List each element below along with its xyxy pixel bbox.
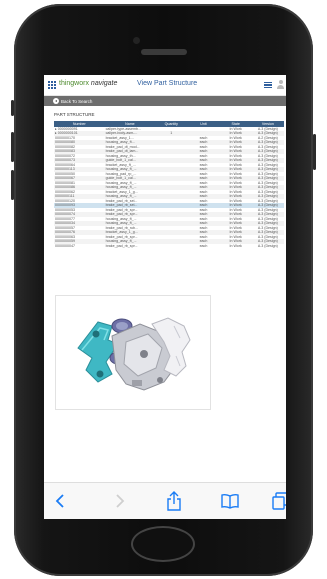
hamburger-menu-icon[interactable]: [264, 82, 272, 88]
back-to-search-label: Back To Search: [61, 98, 93, 104]
brand-navigate: navigate: [90, 80, 118, 87]
chevron-left-icon[interactable]: [51, 491, 71, 511]
user-icon[interactable]: [277, 80, 284, 89]
table-cell: A.3 (Design): [257, 243, 278, 248]
navigation-subbar: Back To Search: [44, 96, 286, 106]
earpiece-speaker: [141, 49, 187, 55]
table-cell: In Work: [229, 243, 242, 248]
book-icon[interactable]: [220, 491, 240, 511]
table-cell: 0000000047: [55, 243, 75, 248]
table-row[interactable]: 0000000047 brake_pad_rb_spr... each In Work…: [54, 244, 284, 249]
table-cell: brake_pad_rb_spr...: [105, 243, 138, 248]
tabs-icon[interactable]: [270, 491, 286, 511]
section-label: PART STRUCTURE: [54, 112, 95, 117]
brake-caliper-model-image: [77, 317, 191, 391]
part-structure-table: Number Name Quantity Unit State Version …: [54, 121, 284, 248]
power-button: [313, 134, 316, 170]
volume-down-button: [11, 170, 14, 200]
back-to-search-button[interactable]: Back To Search: [53, 98, 92, 105]
share-icon[interactable]: [164, 491, 184, 511]
table-cell: each: [199, 243, 208, 248]
table-cell: [155, 244, 187, 249]
phone-screen: thingworx navigate View Part Structure B…: [44, 75, 286, 519]
home-button[interactable]: [131, 526, 195, 562]
brand-thingworx: thingworx: [59, 80, 89, 87]
brand-logo: thingworx navigate: [59, 80, 117, 87]
chevron-right-icon[interactable]: [109, 491, 129, 511]
volume-up-button: [11, 132, 14, 162]
app-grid-icon[interactable]: [48, 81, 56, 89]
3d-model-viewer[interactable]: [55, 295, 211, 410]
mute-switch: [11, 100, 14, 116]
back-arrow-icon: [53, 98, 59, 104]
table-body: ▸ 0000000091 caliper-type-assemb... In Wor…: [54, 127, 284, 249]
app-header: thingworx navigate View Part Structure: [44, 75, 286, 96]
safari-toolbar: [44, 482, 286, 519]
page-title: View Part Structure: [137, 80, 198, 87]
front-camera: [133, 37, 140, 44]
